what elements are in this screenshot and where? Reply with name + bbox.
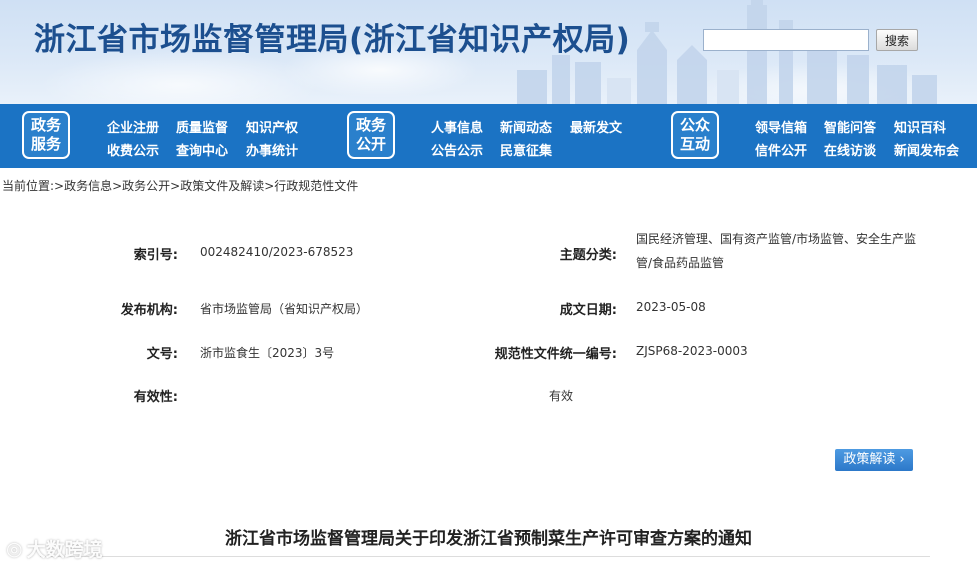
- title-divider: [40, 556, 930, 557]
- nav-badge-line: 政务: [30, 116, 61, 134]
- policy-interpretation-button[interactable]: 政策解读 ›: [835, 449, 913, 471]
- search-button[interactable]: 搜索: [876, 29, 918, 51]
- nav-link-press-conference[interactable]: 新闻发布会: [894, 140, 959, 159]
- nav-link-letters-public[interactable]: 信件公开: [755, 140, 807, 159]
- breadcrumb-item-policy-docs[interactable]: >政策文件及解读: [170, 179, 264, 193]
- header-banner: 浙江省市场监督管理局(浙江省知识产权局) 搜索: [0, 0, 977, 104]
- date-label: 成文日期:: [559, 303, 617, 318]
- nav-link-leader-mailbox[interactable]: 领导信箱: [755, 117, 807, 136]
- breadcrumb-item-gov-info[interactable]: >政务信息: [54, 179, 112, 193]
- nav-badge-gov-service[interactable]: 政务 服务: [22, 111, 70, 159]
- nav-link-online-interview[interactable]: 在线访谈: [824, 140, 876, 159]
- nav-link-news[interactable]: 新闻动态: [500, 117, 552, 136]
- nav-badge-line: 政务: [355, 116, 386, 134]
- breadcrumb-prefix: 当前位置:: [2, 179, 55, 193]
- nav-link-service-statistics[interactable]: 办事统计: [246, 140, 298, 159]
- org-label: 发布机构:: [120, 303, 178, 318]
- main-nav: 政务 服务 企业注册 质量监督 知识产权 收费公示 查询中心 办事统计 政务 公…: [0, 104, 977, 168]
- nav-link-fee-disclosure[interactable]: 收费公示: [107, 140, 159, 159]
- breadcrumb-item-gov-open[interactable]: >政务公开: [112, 179, 170, 193]
- nav-link-ip[interactable]: 知识产权: [246, 117, 298, 136]
- site-title: 浙江省市场监督管理局(浙江省知识产权局): [34, 22, 631, 58]
- validity-value: 有效: [549, 389, 574, 403]
- nav-badge-line: 服务: [30, 135, 61, 153]
- normno-value: ZJSP68-2023-0003: [636, 344, 748, 358]
- topic-label: 主题分类:: [559, 248, 617, 263]
- index-label: 索引号:: [133, 248, 178, 263]
- nav-link-smart-qa[interactable]: 智能问答: [824, 117, 876, 136]
- topic-value: 国民经济管理、国有资产监管/市场监管、安全生产监管/食品药品监管: [636, 232, 917, 270]
- validity-label: 有效性:: [133, 390, 178, 405]
- date-value: 2023-05-08: [636, 300, 706, 314]
- nav-badge-line: 公开: [355, 135, 386, 153]
- nav-link-announcements[interactable]: 公告公示: [431, 140, 483, 159]
- document-title: 浙江省市场监督管理局关于印发浙江省预制菜生产许可审查方案的通知: [225, 529, 752, 549]
- nav-link-latest-docs[interactable]: 最新发文: [570, 117, 622, 136]
- nav-badge-line: 互动: [679, 135, 710, 153]
- nav-badge-line: 公众: [679, 116, 710, 134]
- chevron-right-icon: ›: [899, 452, 905, 467]
- watermark-logo-icon: ◎: [6, 537, 23, 560]
- nav-link-enterprise-registration[interactable]: 企业注册: [107, 117, 159, 136]
- watermark: ◎ 大数跨境: [6, 535, 103, 562]
- index-value: 002482410/2023-678523: [200, 245, 354, 259]
- nav-link-public-opinion[interactable]: 民意征集: [500, 140, 552, 159]
- nav-link-personnel[interactable]: 人事信息: [431, 117, 483, 136]
- watermark-text: 大数跨境: [26, 539, 103, 561]
- nav-link-query-center[interactable]: 查询中心: [176, 140, 228, 159]
- nav-link-knowledge-base[interactable]: 知识百科: [894, 117, 946, 136]
- nav-link-quality-supervision[interactable]: 质量监督: [176, 117, 228, 136]
- nav-badge-public-interaction[interactable]: 公众 互动: [671, 111, 719, 159]
- docno-label: 文号:: [146, 347, 178, 362]
- search-input[interactable]: [703, 29, 869, 51]
- org-value: 省市场监管局（省知识产权局）: [200, 302, 369, 316]
- normno-label: 规范性文件统一编号:: [494, 347, 617, 362]
- breadcrumb-item-normative-docs[interactable]: >行政规范性文件: [264, 179, 358, 193]
- breadcrumb: 当前位置:>政务信息>政务公开>政策文件及解读>行政规范性文件: [2, 177, 358, 194]
- nav-badge-gov-open[interactable]: 政务 公开: [347, 111, 395, 159]
- policy-interpretation-label: 政策解读: [843, 452, 896, 467]
- docno-value: 浙市监食生〔2023〕3号: [200, 346, 335, 360]
